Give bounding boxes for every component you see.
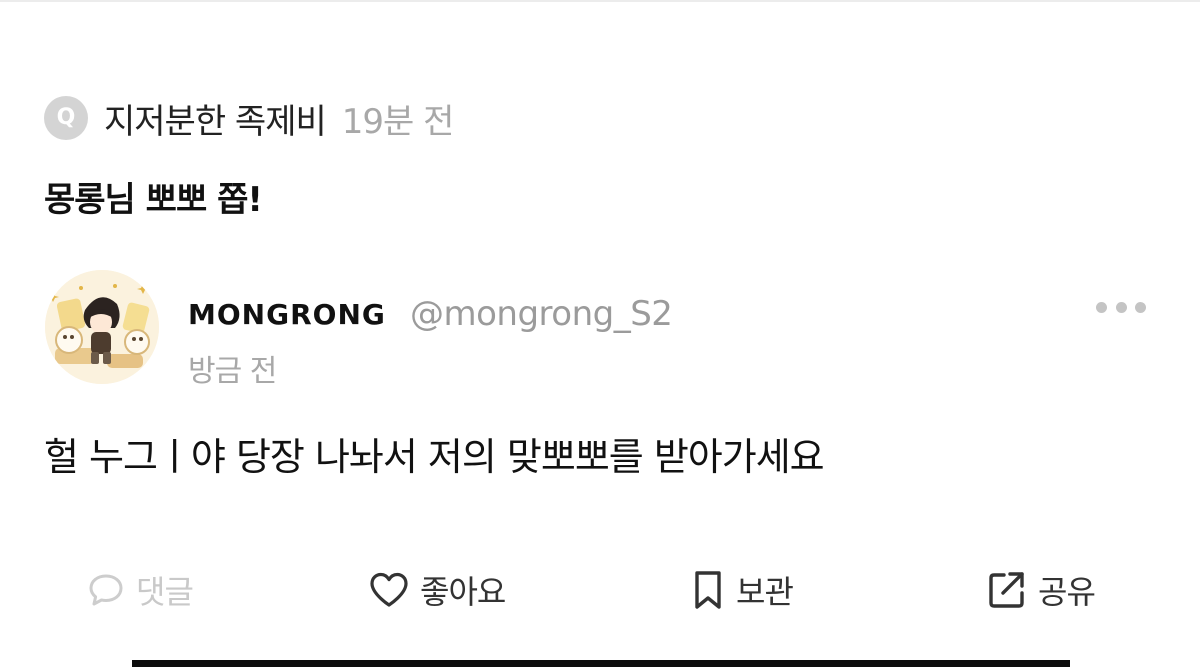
more-dots-icon bbox=[1096, 301, 1107, 313]
share-label: 공유 bbox=[1038, 573, 1096, 611]
share-arrow-icon bbox=[989, 572, 1024, 608]
media-preview-edge bbox=[132, 660, 1070, 667]
more-dots-icon bbox=[1135, 301, 1146, 313]
answer-text: 헐 누그ㅣ야 당장 나놔서 저의 맞뽀뽀를 받아가세요 bbox=[44, 435, 825, 479]
author-name[interactable]: MONGRONG bbox=[188, 298, 386, 331]
like-label: 좋아요 bbox=[420, 573, 506, 611]
avatar[interactable] bbox=[45, 270, 159, 384]
heart-icon bbox=[370, 572, 408, 607]
bookmark-icon bbox=[695, 571, 721, 609]
save-label: 보관 bbox=[736, 573, 794, 611]
save-button[interactable]: 보관 bbox=[690, 560, 794, 620]
share-button[interactable]: 공유 bbox=[986, 560, 1096, 620]
action-bar: 댓글 좋아요 보관 공유 bbox=[0, 560, 1200, 620]
q-badge-icon: Q bbox=[44, 96, 88, 140]
comment-button[interactable]: 댓글 bbox=[86, 560, 194, 620]
like-button[interactable]: 좋아요 bbox=[368, 560, 506, 620]
comment-label: 댓글 bbox=[136, 573, 194, 611]
more-dots-icon bbox=[1115, 301, 1127, 313]
more-options-button[interactable] bbox=[1096, 294, 1146, 320]
answer-timestamp: 방금 전 bbox=[188, 354, 277, 389]
question-header: Q 지저분한 족제비 19분 전 bbox=[44, 94, 455, 143]
author-handle[interactable]: @mongrong_S2 bbox=[410, 294, 673, 334]
question-text: 몽롱님 뽀뽀 쫍! bbox=[44, 180, 263, 220]
avatar-illustration bbox=[45, 270, 159, 384]
question-timestamp: 19분 전 bbox=[341, 101, 455, 142]
top-divider bbox=[0, 0, 1200, 2]
asker-name[interactable]: 지저분한 족제비 bbox=[104, 94, 327, 143]
speech-bubble-icon bbox=[89, 574, 123, 606]
